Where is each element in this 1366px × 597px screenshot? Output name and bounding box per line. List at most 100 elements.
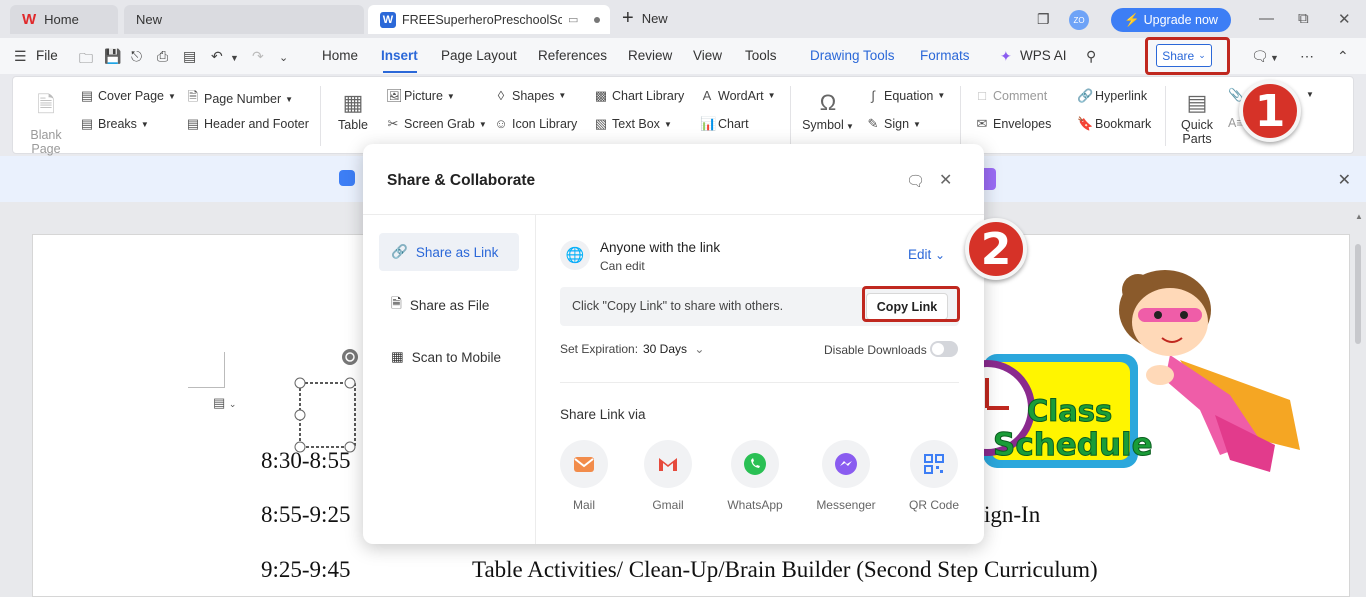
resize-handle[interactable]: [344, 377, 356, 389]
hyperlink-button[interactable]: 🔗 Hyperlink: [1077, 88, 1147, 104]
menu-view[interactable]: View: [693, 48, 722, 63]
hyperlink-label: Hyperlink: [1095, 89, 1148, 103]
header-footer-button[interactable]: ▤ Header and Footer: [186, 116, 309, 132]
mail-icon: [560, 440, 608, 488]
comment-button[interactable]: □ Comment: [975, 88, 1047, 103]
shapes-button[interactable]: ◊ Shapes ▼: [494, 88, 567, 103]
picture-button[interactable]: 🖼 Picture ▼: [386, 88, 455, 104]
share-gmail-button[interactable]: Gmail: [638, 440, 698, 512]
envelopes-button[interactable]: ✉ Envelopes: [975, 116, 1052, 132]
superhero-girl-clipart[interactable]: [1110, 250, 1305, 475]
table-button[interactable]: ▦ Table: [333, 90, 373, 132]
share-messenger-button[interactable]: Messenger: [816, 440, 876, 512]
wordart-button[interactable]: A WordArt ▼: [700, 88, 776, 103]
minimize-icon[interactable]: —: [1259, 10, 1274, 27]
sidebar-item-label: Share as File: [409, 297, 490, 313]
window-layout-icon[interactable]: ❐: [1037, 11, 1050, 28]
search-icon[interactable]: ⚲: [1086, 48, 1096, 65]
comment-dropdown-icon[interactable]: ▼: [1270, 53, 1279, 63]
sign-button[interactable]: ✎ Sign ▼: [866, 116, 921, 132]
menu-tools[interactable]: Tools: [745, 48, 777, 63]
menu-drawing-tools[interactable]: Drawing Tools: [810, 48, 895, 63]
sign-label: Sign: [884, 117, 910, 131]
scroll-up-icon[interactable]: ▲: [1355, 212, 1363, 221]
chart-button[interactable]: 📊 Chart: [700, 116, 749, 132]
tab-document[interactable]: W FREESuperheroPreschoolSche... ▭: [368, 5, 610, 34]
table-label: Table: [338, 118, 368, 132]
blank-page-button[interactable]: 🗎 Blank Page: [28, 88, 64, 156]
layout-options-icon[interactable]: ▤ ⌄: [213, 395, 236, 411]
icon-library-button[interactable]: ☺ Icon Library: [494, 116, 577, 131]
text-box-label: Text Box: [612, 117, 660, 131]
scrollbar-thumb[interactable]: [1355, 244, 1361, 344]
menu-review[interactable]: Review: [628, 48, 672, 63]
share-qr-code-button[interactable]: QR Code: [904, 440, 964, 512]
menu-wps-ai[interactable]: WPS AI: [1020, 48, 1067, 63]
envelopes-label: Envelopes: [993, 117, 1052, 131]
menu-home[interactable]: Home: [322, 48, 358, 63]
resize-handle[interactable]: [294, 409, 306, 421]
equation-button[interactable]: ∫ Equation ▼: [866, 88, 945, 103]
chart-library-button[interactable]: ▩ Chart Library: [594, 88, 684, 104]
bookmark-icon: 🔖: [1077, 116, 1094, 131]
menu-file[interactable]: File: [36, 48, 58, 63]
margin-guide: [188, 387, 225, 388]
sidebar-item-scan-to-mobile[interactable]: ▦ Scan to Mobile: [379, 338, 519, 376]
close-window-icon[interactable]: ✕: [1338, 10, 1351, 28]
menu-references[interactable]: References: [538, 48, 607, 63]
close-notification-icon[interactable]: ✕: [1338, 170, 1351, 190]
wps-ai-icon: ✦: [1000, 48, 1012, 64]
undo-icon[interactable]: ↶: [211, 48, 223, 65]
sidebar-item-share-as-link[interactable]: 🔗 Share as Link: [379, 233, 519, 271]
print-preview-icon[interactable]: ▤: [183, 48, 196, 65]
comment-icon[interactable]: 🗨: [1251, 48, 1269, 65]
chevron-down-icon: ▼: [937, 91, 946, 100]
redo-icon[interactable]: ↷: [252, 48, 264, 65]
undo-dropdown-icon[interactable]: ▼: [230, 53, 239, 63]
tab-new[interactable]: New: [124, 5, 364, 34]
edit-permission-button[interactable]: Edit ⌄: [908, 247, 945, 262]
print-icon[interactable]: ⎙: [157, 48, 168, 65]
share-whatsapp-button[interactable]: WhatsApp: [725, 440, 785, 512]
share-mail-button[interactable]: Mail: [554, 440, 614, 512]
menu-insert[interactable]: Insert: [381, 48, 418, 63]
menu-page-layout[interactable]: Page Layout: [441, 48, 517, 63]
new-tab-button[interactable]: + New: [622, 8, 668, 28]
more-chevron-icon[interactable]: ⌄: [279, 51, 288, 64]
avatar[interactable]: ZO: [1069, 10, 1089, 30]
resize-handle[interactable]: [294, 377, 306, 389]
quick-parts-button[interactable]: ▤ Quick Parts: [1176, 90, 1218, 146]
selected-shape[interactable]: [292, 346, 362, 456]
close-dialog-icon[interactable]: ✕: [939, 170, 952, 190]
hamburger-icon[interactable]: ☰: [14, 48, 27, 65]
open-folder-icon[interactable]: 🗀: [79, 48, 93, 72]
sidebar-item-share-as-file[interactable]: 🗎 Share as File: [379, 286, 519, 324]
collapse-ribbon-icon[interactable]: ⌃: [1337, 48, 1349, 65]
restore-icon[interactable]: ⧉: [1298, 10, 1309, 27]
breaks-button[interactable]: ▤ Breaks ▼: [80, 116, 149, 132]
schedule-activity: Table Activities/ Clean-Up/Brain Builder…: [472, 557, 1098, 582]
tab-home[interactable]: W Home: [10, 5, 118, 34]
export-icon[interactable]: ⎋: [131, 48, 142, 65]
disable-downloads-toggle[interactable]: [930, 341, 958, 357]
omega-icon: Ω: [819, 90, 837, 115]
qr-code-icon: [910, 440, 958, 488]
text-box-button[interactable]: ▧ Text Box ▼: [594, 116, 672, 132]
screen-grab-button[interactable]: ✂ Screen Grab ▼: [386, 116, 487, 132]
page-number-button[interactable]: 🗎 Page Number ▼: [186, 88, 293, 110]
chevron-down-icon[interactable]: ▼: [1306, 90, 1314, 99]
symbol-button[interactable]: Ω Symbol ▼: [802, 90, 854, 132]
monitor-icon[interactable]: ▭: [568, 13, 578, 26]
mask-shape: [1138, 308, 1202, 322]
cover-page-button[interactable]: ▤ Cover Page ▼: [80, 88, 176, 104]
feedback-icon[interactable]: 🗨: [906, 172, 925, 190]
more-options-icon[interactable]: ⋯: [1300, 48, 1314, 65]
upgrade-button[interactable]: ⚡ Upgrade now: [1111, 8, 1231, 32]
expiration-select[interactable]: 30 Days ⌄: [643, 342, 704, 356]
vertical-scrollbar[interactable]: ▲: [1352, 208, 1364, 597]
save-icon[interactable]: 💾: [104, 48, 121, 65]
menu-formats[interactable]: Formats: [920, 48, 970, 63]
qr-scan-icon: ▦: [391, 349, 404, 364]
bookmark-button[interactable]: 🔖 Bookmark: [1077, 116, 1151, 132]
rotate-handle-icon[interactable]: [342, 349, 358, 365]
